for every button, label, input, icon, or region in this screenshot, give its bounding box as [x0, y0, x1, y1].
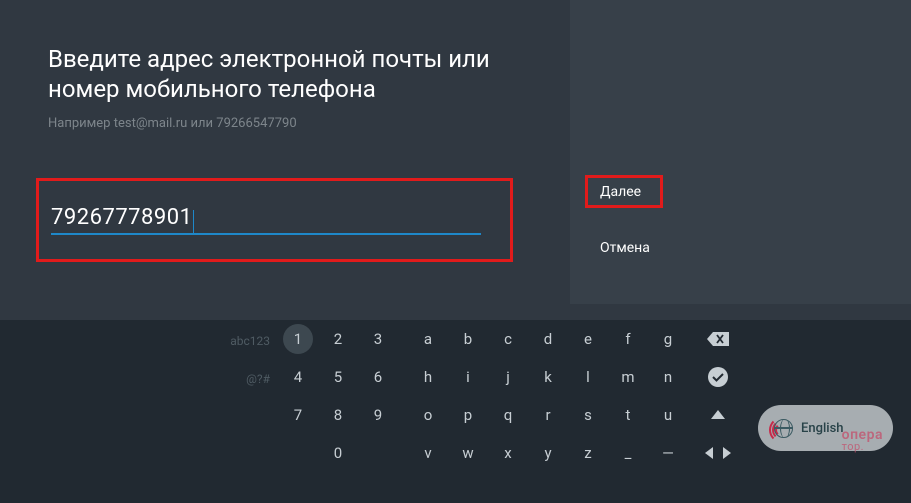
nav-up-key[interactable]: [698, 396, 738, 434]
backspace-key[interactable]: [698, 320, 738, 358]
watermark-text: оператор.: [842, 427, 883, 453]
globe-icon: [774, 419, 793, 438]
nav-left-right-key[interactable]: [698, 434, 738, 472]
key-1[interactable]: 1: [283, 324, 313, 354]
key-k[interactable]: k: [528, 358, 568, 396]
key-m[interactable]: m: [608, 358, 648, 396]
key-underscore[interactable]: _: [608, 434, 648, 472]
key-a[interactable]: a: [408, 320, 448, 358]
key-9[interactable]: 9: [358, 396, 398, 434]
key-h[interactable]: h: [408, 358, 448, 396]
key-i[interactable]: i: [448, 358, 488, 396]
key-b[interactable]: b: [448, 320, 488, 358]
key-q[interactable]: q: [488, 396, 528, 434]
keyboard-number-pad: 1 2 3 4 5 6 7 8 9 0: [278, 320, 398, 472]
key-s[interactable]: s: [568, 396, 608, 434]
key-5[interactable]: 5: [318, 358, 358, 396]
key-0[interactable]: 0: [318, 434, 358, 472]
key-t[interactable]: t: [608, 396, 648, 434]
login-input-value: 79267778901: [51, 205, 193, 230]
key-x[interactable]: x: [488, 434, 528, 472]
mode-label-symbols[interactable]: @?#: [200, 372, 270, 386]
key-7[interactable]: 7: [278, 396, 318, 434]
key-n[interactable]: n: [648, 358, 688, 396]
keyboard-letter-grid: a b c d e f g h i j k l m n o p q r: [408, 320, 688, 472]
key-r[interactable]: r: [528, 396, 568, 434]
key-2[interactable]: 2: [318, 320, 358, 358]
key-e[interactable]: e: [568, 320, 608, 358]
key-v[interactable]: v: [408, 434, 448, 472]
key-f[interactable]: f: [608, 320, 648, 358]
key-6[interactable]: 6: [358, 358, 398, 396]
language-label: English: [801, 421, 844, 436]
key-d[interactable]: d: [528, 320, 568, 358]
key-l[interactable]: l: [568, 358, 608, 396]
cancel-button[interactable]: Отмена: [600, 240, 650, 256]
key-j[interactable]: j: [488, 358, 528, 396]
key-g[interactable]: g: [648, 320, 688, 358]
screen: Введите адрес электронной почты или номе…: [0, 0, 911, 503]
key-4[interactable]: 4: [278, 358, 318, 396]
input-hint: Например test@mail.ru или 79266547790: [48, 116, 297, 131]
key-w[interactable]: w: [448, 434, 488, 472]
next-button-annotation: Далее: [585, 175, 663, 208]
onscreen-keyboard: abc123 @?# 1 2 3 4 5 6 7 8 9 0: [0, 320, 911, 503]
key-dash[interactable]: —: [648, 434, 688, 472]
key-c[interactable]: c: [488, 320, 528, 358]
ok-key[interactable]: [698, 358, 738, 396]
mode-label-abc123[interactable]: abc123: [200, 334, 270, 348]
key-blank-l: [278, 434, 318, 472]
key-z[interactable]: z: [568, 434, 608, 472]
key-y[interactable]: y: [528, 434, 568, 472]
key-u[interactable]: u: [648, 396, 688, 434]
page-title: Введите адрес электронной почты или номе…: [48, 44, 528, 104]
next-button[interactable]: Далее: [600, 184, 641, 200]
key-3[interactable]: 3: [358, 320, 398, 358]
key-blank-r: [358, 434, 398, 472]
text-caret: [193, 210, 194, 234]
input-annotation-box: 79267778901: [36, 178, 513, 262]
key-8[interactable]: 8: [318, 396, 358, 434]
side-panel: [570, 0, 911, 304]
key-p[interactable]: p: [448, 396, 488, 434]
keyboard-action-column: [698, 320, 738, 472]
login-input[interactable]: 79267778901: [51, 205, 481, 234]
key-o[interactable]: o: [408, 396, 448, 434]
